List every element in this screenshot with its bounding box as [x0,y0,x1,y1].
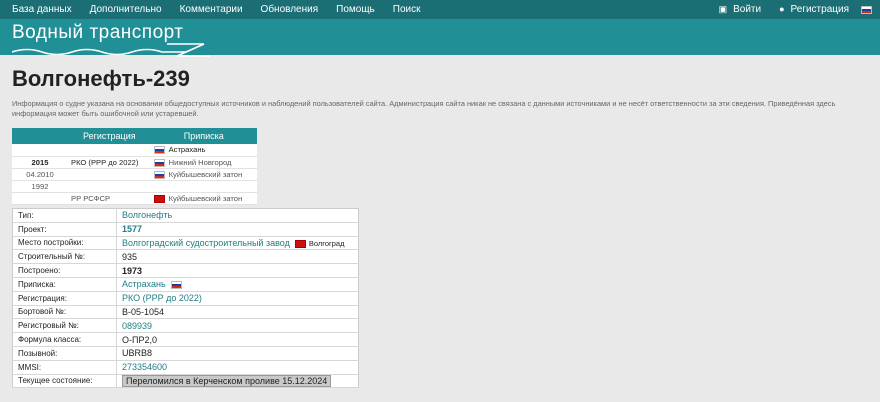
register-number-link[interactable]: 089939 [122,321,152,331]
login-link[interactable]: Войти [733,0,761,19]
table-row: Формула класса: О-ПР2,0 [12,332,359,347]
table-row: Место постройки: Волгоградский судострои… [12,236,359,251]
status-badge: Переломился в Керченском проливе 15.12.2… [122,374,332,387]
table-row: 1992 [12,180,257,193]
table-row: 2015 РКО (РРР до 2022) Нижний Новгород [12,156,257,169]
disclaimer-text: Информация о судне указана на основании … [12,99,836,118]
header-home-port: Приписка [150,128,257,144]
registry-history-table: Регистрация Приписка Астрахань 2015 РКО … [12,128,257,205]
shipyard-city: Волгоград [308,238,345,248]
mmsi-link[interactable]: 273354600 [122,362,167,372]
top-nav-bar: База данных Дополнительно Комментарии Об… [0,0,880,19]
russia-flag-icon [171,281,183,289]
main-menu: База данных Дополнительно Комментарии Об… [12,0,420,19]
russia-flag-icon [153,146,165,155]
language-flag-icon[interactable] [861,5,872,14]
header-registration: Регистрация [68,128,151,144]
table-row: MMSI: 273354600 [12,360,359,375]
table-row: Строительный №: 935 [12,249,359,265]
page-title: Волгонефть-239 [12,66,190,91]
logo-wave-icon [12,43,210,57]
table-row: Позывной: UBRB8 [12,346,359,361]
menu-search[interactable]: Поиск [393,0,421,19]
table-row: Приписка: Астрахань [12,277,359,292]
table-row: Построено: 1973 [12,263,359,278]
table-row: Бортовой №: В-05-1054 [12,305,359,320]
shipyard-link[interactable]: Волгоградский судостроительный завод [122,238,290,248]
table-row: РР РСФСР Куйбышевский затон [12,192,257,205]
user-icon: ● [779,4,785,14]
table-row: Регистровый №: 089939 [12,318,359,334]
menu-comments[interactable]: Комментарии [180,0,243,19]
project-link[interactable]: 1577 [122,224,142,234]
login-icon: ▣ [718,4,728,14]
table-row: Регистрация: РКО (РРР до 2022) [12,291,359,306]
registry-header-row: Регистрация Приписка [12,128,257,144]
ussr-flag-icon [153,194,165,203]
table-row: Тип: Волгонефть [12,208,359,223]
table-row: Проект: 1577 [12,222,359,237]
table-row: 04.2010 Куйбышевский затон [12,168,257,181]
register-link[interactable]: Регистрация [791,0,849,19]
site-banner: Водный транспорт [0,19,880,57]
russia-flag-icon [153,170,165,179]
menu-database[interactable]: База данных [12,0,72,19]
table-row: Астрахань [12,144,257,157]
account-menu: ▣ Войти ● Регистрация [719,0,872,19]
home-port-link[interactable]: Астрахань [122,279,166,289]
table-row: Текущее состояние: Переломился в Керченс… [12,374,359,389]
registration-link[interactable]: РКО (РРР до 2022) [122,293,202,303]
ussr-flag-icon [295,239,307,248]
menu-additional[interactable]: Дополнительно [90,0,162,19]
russia-flag-icon [153,158,165,167]
type-link[interactable]: Волгонефть [122,210,172,220]
vessel-info-table: Тип: Волгонефть Проект: 1577 Место постр… [12,208,359,389]
menu-help[interactable]: Помощь [336,0,375,19]
menu-updates[interactable]: Обновления [261,0,319,19]
